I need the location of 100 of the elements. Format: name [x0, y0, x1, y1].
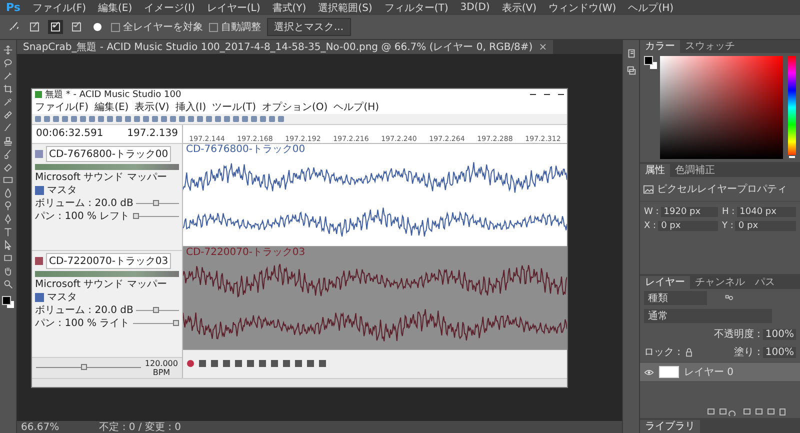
- menu-item[interactable]: ヘルプ(H): [628, 0, 674, 14]
- app-logo: Ps: [6, 1, 20, 14]
- pan-label: パン : 100 % ライト: [35, 318, 130, 330]
- stamp-tool-icon[interactable]: [3, 136, 13, 146]
- menu-item[interactable]: 表示(V): [134, 100, 170, 114]
- tempo-value: 120.000: [144, 358, 178, 368]
- gradient-tool-icon[interactable]: [3, 175, 13, 185]
- layer-filter-dropdown[interactable]: 種類: [644, 291, 707, 305]
- track-icon: [35, 150, 43, 158]
- menu-item[interactable]: イメージ(I): [144, 0, 195, 14]
- heal-tool-icon[interactable]: [3, 110, 13, 120]
- lock-label: ロック :: [644, 346, 681, 359]
- lock-icon[interactable]: [684, 347, 694, 357]
- visibility-eye-icon[interactable]: [644, 368, 654, 376]
- zoom-tool-icon[interactable]: [3, 279, 13, 289]
- opacity-field[interactable]: 100%: [763, 328, 796, 340]
- panel-tab[interactable]: チャンネル: [690, 276, 750, 289]
- master-checkbox[interactable]: マスタ: [35, 292, 179, 304]
- track-icon: [35, 256, 43, 264]
- opacity-label: 不透明度 :: [714, 328, 760, 341]
- history-panel-icon[interactable]: [626, 48, 636, 59]
- field-label: H :: [722, 207, 735, 217]
- menu-item[interactable]: 書式(Y): [272, 0, 306, 14]
- window-title: 無題 * - ACID Music Studio 100: [45, 88, 182, 101]
- master-checkbox[interactable]: マスタ: [35, 184, 179, 196]
- eraser-tool-icon[interactable]: [3, 162, 13, 172]
- output-device[interactable]: Microsoft サウンド マッパー: [35, 172, 179, 184]
- brush-tool-icon[interactable]: [3, 123, 13, 133]
- panel-tab[interactable]: 属性: [640, 164, 670, 177]
- color-swatches-icon[interactable]: [644, 56, 657, 69]
- event-label: CD-7220070-トラック03: [185, 246, 306, 258]
- menu-item[interactable]: ヘルプ(H): [334, 100, 380, 114]
- close-tab-button[interactable]: ×: [538, 42, 548, 52]
- panel-tab[interactable]: ライブラリ: [640, 420, 700, 433]
- menu-item[interactable]: レイヤー(L): [206, 0, 260, 14]
- menu-item[interactable]: ツール(T): [212, 100, 256, 114]
- move-tool-icon[interactable]: [3, 45, 13, 55]
- menu-item[interactable]: ウィンドウ(W): [548, 0, 616, 14]
- history-tool-icon[interactable]: [3, 149, 13, 159]
- document-title: SnapCrab_無題 - ACID Music Studio 100_2017-4-8_14-58-35_No-00.png @ 66.7% (レイヤー 0, RGB/8#): [23, 41, 533, 54]
- track-lane[interactable]: CD-7676800-トラック00: [183, 144, 567, 246]
- option-checkbox[interactable]: 全レイヤーを対象: [111, 20, 203, 34]
- option-checkbox[interactable]: 自動調整: [209, 20, 261, 34]
- zoom-level[interactable]: 66.67%: [21, 422, 60, 432]
- wand-tool-icon[interactable]: [3, 71, 13, 81]
- menu-item[interactable]: ファイル(F): [35, 100, 89, 114]
- subtract-selection-icon[interactable]: [69, 20, 84, 34]
- hand-tool-icon[interactable]: [3, 266, 13, 276]
- output-device[interactable]: Microsoft サウンド マッパー: [35, 278, 179, 290]
- new-selection-icon[interactable]: [27, 20, 42, 34]
- fill-field[interactable]: 100%: [763, 346, 796, 358]
- add-selection-icon[interactable]: [48, 20, 63, 34]
- color-field[interactable]: [660, 56, 783, 159]
- color-swatches-icon[interactable]: [2, 296, 14, 308]
- menu-item[interactable]: ファイル(F): [32, 0, 86, 14]
- dropper-tool-icon[interactable]: [3, 97, 13, 107]
- menu-item[interactable]: 3D(D): [460, 2, 490, 13]
- crop-tool-icon[interactable]: [3, 84, 13, 94]
- dimension-field[interactable]: 1920 px: [660, 207, 718, 217]
- field-label: Y :: [722, 221, 734, 231]
- select-and-mask-button[interactable]: 選択とマスク...: [267, 18, 351, 36]
- dimension-field[interactable]: 1040 px: [736, 207, 796, 217]
- track-name[interactable]: CD-7220070-トラック03: [46, 252, 172, 268]
- app-icon: [35, 91, 42, 98]
- layer-comps-icon[interactable]: [626, 65, 636, 76]
- dimension-field[interactable]: 0 px: [735, 221, 796, 231]
- panel-tab[interactable]: 色調補正: [670, 164, 720, 177]
- layer-row[interactable]: レイヤー 0: [640, 363, 800, 381]
- menu-item[interactable]: フィルター(T): [384, 0, 448, 14]
- tempo-unit: BPM: [152, 368, 170, 376]
- blur-tool-icon[interactable]: [3, 188, 13, 198]
- layer-thumbnail: [659, 366, 679, 378]
- hue-slider-thumb[interactable]: [788, 155, 796, 159]
- menu-item[interactable]: 編集(E): [98, 0, 132, 14]
- document-tab[interactable]: SnapCrab_無題 - ACID Music Studio 100_2017-4-8_14-58-35_No-00.png @ 66.7% (レイヤー 0, RGB/8#) ×: [17, 40, 554, 54]
- menu-item[interactable]: オプション(O): [262, 100, 328, 114]
- panel-tab[interactable]: カラー: [640, 40, 680, 53]
- menu-item[interactable]: 編集(E): [94, 100, 129, 114]
- pan-slider-thumb[interactable]: [173, 320, 179, 326]
- track-name[interactable]: CD-7676800-トラック00: [46, 146, 172, 162]
- panel-tab[interactable]: レイヤー: [640, 276, 690, 289]
- field-label: W :: [644, 207, 659, 217]
- pen-tool-icon[interactable]: [3, 214, 13, 224]
- panel-tab[interactable]: パス: [750, 276, 780, 289]
- menu-item[interactable]: 選択範囲(S): [318, 0, 372, 14]
- volume-label: ボリューム : 20.0 dB: [35, 304, 134, 316]
- select-tool-icon[interactable]: [3, 240, 13, 250]
- dimension-field[interactable]: 0 px: [658, 221, 718, 231]
- tempo-slider-thumb[interactable]: [80, 364, 86, 370]
- rect-tool-icon[interactable]: [3, 253, 13, 263]
- volume-slider-thumb[interactable]: [152, 307, 159, 313]
- type-tool-icon[interactable]: [3, 227, 13, 237]
- panel-tab[interactable]: スウォッチ: [680, 40, 740, 53]
- blend-mode-dropdown[interactable]: 通常: [644, 309, 772, 323]
- pan-slider-thumb[interactable]: [132, 213, 139, 219]
- volume-slider-thumb[interactable]: [152, 200, 159, 206]
- menu-item[interactable]: 表示(V): [502, 0, 536, 14]
- menu-item[interactable]: 挿入(I): [175, 100, 206, 114]
- lasso-tool-icon[interactable]: [3, 58, 13, 68]
- dodge-tool-icon[interactable]: [3, 201, 13, 211]
